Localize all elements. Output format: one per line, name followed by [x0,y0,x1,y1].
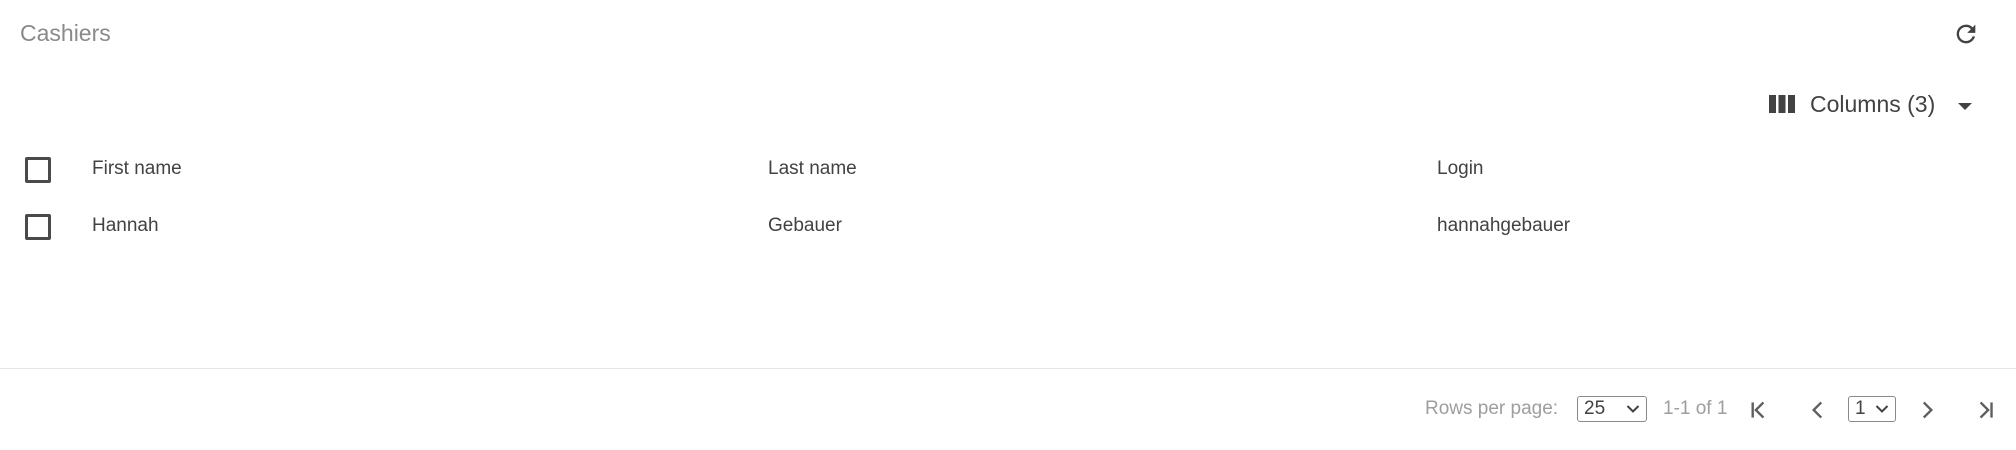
columns-button-label: Columns (3) [1810,90,1936,117]
chevron-down-icon [1626,405,1640,413]
column-header-login[interactable]: Login [1437,157,1484,181]
rows-per-page-value: 25 [1584,398,1606,419]
last-page-icon [1979,401,1993,419]
cell-first-name: Hannah [92,215,159,236]
table-row[interactable]: Hannah Gebauer hannahgebauer [0,197,2016,254]
previous-page-button[interactable] [1802,394,1834,426]
row-checkbox[interactable] [25,214,51,240]
column-header-last-name[interactable]: Last name [768,157,857,181]
chevron-left-icon [1811,401,1823,419]
footer-divider [0,368,2016,369]
select-all-checkbox[interactable] [25,157,51,183]
cashiers-page: Cashiers Columns (3) First name Last nam… [0,0,2016,450]
pagination-range-label: 1-1 of 1 [1663,398,1728,419]
refresh-icon [1956,24,1976,44]
view-column-icon [1769,95,1795,113]
chevron-right-icon [1922,401,1934,419]
pagination-bar: Rows per page: 25 1-1 of 1 1 [0,396,2016,424]
page-select[interactable]: 1 [1848,396,1896,422]
next-page-button[interactable] [1911,394,1943,426]
column-header-first-name[interactable]: First name [92,157,182,181]
chevron-down-icon [1875,405,1889,413]
cell-login: hannahgebauer [1437,215,1571,236]
table-header-row: First name Last name Login [0,140,2016,197]
page-select-value: 1 [1855,398,1866,419]
columns-button[interactable]: Columns (3) [1768,86,1973,122]
rows-per-page-label: Rows per page: [1425,398,1559,419]
cell-last-name: Gebauer [768,215,842,236]
last-page-button[interactable] [1970,394,2002,426]
cashiers-table: First name Last name Login Hannah Gebaue… [0,140,2016,254]
page-title: Cashiers [20,20,111,46]
first-page-icon [1751,401,1765,419]
first-page-button[interactable] [1742,394,1774,426]
caret-down-icon [1958,103,1973,110]
rows-per-page-select[interactable]: 25 [1577,396,1647,422]
refresh-button[interactable] [1948,16,1984,52]
